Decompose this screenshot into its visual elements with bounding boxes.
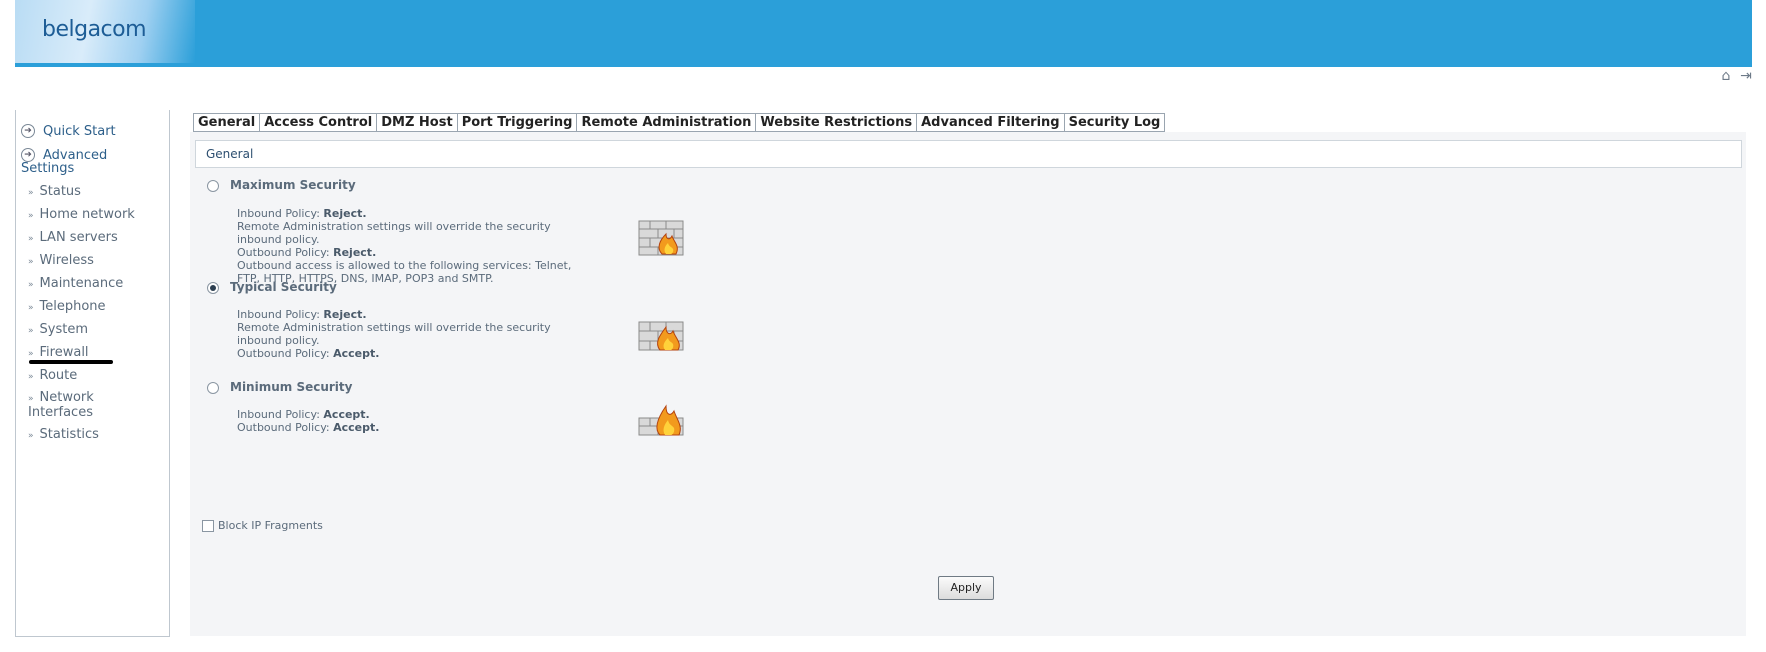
- logo-text: belgacom: [42, 17, 147, 42]
- option-title-maximum: Maximum Security: [230, 178, 356, 192]
- double-arrow-icon: »: [28, 372, 34, 382]
- firewall-underline-mark: [29, 360, 113, 364]
- sidebar-item-status[interactable]: » Status: [28, 184, 81, 199]
- sidebar-item-route[interactable]: » Route: [28, 368, 77, 383]
- double-arrow-icon: »: [28, 211, 34, 221]
- radio-typical-security[interactable]: [207, 282, 219, 294]
- sidebar-item-label: Statistics: [39, 427, 99, 442]
- sidebar-item-network-interfaces[interactable]: » Network Interfaces: [28, 391, 94, 419]
- sidebar-item-label: Firewall: [39, 345, 89, 360]
- logo: belgacom: [15, 0, 195, 63]
- inbound-value: Reject.: [323, 207, 367, 220]
- sidebar-item-lan-servers[interactable]: » LAN servers: [28, 230, 118, 245]
- home-icon[interactable]: ⌂: [1718, 68, 1734, 84]
- sidebar-item-statistics[interactable]: » Statistics: [28, 427, 99, 442]
- sidebar-item-label: Route: [39, 368, 78, 383]
- inbound-label: Inbound Policy:: [237, 207, 320, 220]
- option-title-minimum: Minimum Security: [230, 380, 353, 394]
- outbound-value: Accept.: [333, 347, 380, 360]
- tab-general[interactable]: General: [193, 113, 261, 132]
- sidebar-advanced-settings[interactable]: ➔ Advanced Settings: [21, 148, 107, 175]
- tab-remote-administration[interactable]: Remote Administration: [577, 113, 757, 132]
- remote-note: Remote Administration settings will over…: [237, 321, 551, 347]
- radio-maximum-security[interactable]: [207, 180, 219, 192]
- double-arrow-icon: »: [28, 431, 34, 441]
- inbound-label: Inbound Policy:: [237, 308, 320, 321]
- tab-dmz-host[interactable]: DMZ Host: [377, 113, 458, 132]
- outbound-label: Outbound Policy:: [237, 347, 330, 360]
- firewall-high-icon: [638, 220, 684, 256]
- sidebar: ➔ Quick Start ➔ Advanced Settings » Status …: [15, 110, 170, 637]
- sidebar-quick-start[interactable]: ➔ Quick Start: [21, 124, 116, 139]
- double-arrow-icon: »: [28, 349, 34, 359]
- remote-note: Remote Administration settings will over…: [237, 220, 551, 246]
- arrow-circle-icon: ➔: [21, 124, 35, 138]
- option-desc-minimum: Inbound Policy: Accept. Outbound Policy:…: [237, 408, 597, 434]
- double-arrow-icon: »: [28, 188, 34, 198]
- sidebar-item-label: Telephone: [39, 299, 106, 314]
- sidebar-item-home-network[interactable]: » Home network: [28, 207, 135, 222]
- section-header: General: [195, 140, 1742, 168]
- outbound-label: Outbound Policy:: [237, 421, 330, 434]
- sidebar-quick-start-label: Quick Start: [43, 124, 116, 139]
- double-arrow-icon: »: [28, 326, 34, 336]
- double-arrow-icon: »: [28, 280, 34, 290]
- sidebar-item-telephone[interactable]: » Telephone: [28, 299, 106, 314]
- firewall-typical-icon: [638, 321, 684, 351]
- tab-advanced-filtering[interactable]: Advanced Filtering: [917, 113, 1065, 132]
- sidebar-item-maintenance[interactable]: » Maintenance: [28, 276, 123, 291]
- firewall-low-icon: [638, 404, 684, 436]
- inbound-value: Accept.: [323, 408, 370, 421]
- double-arrow-icon: »: [28, 303, 34, 313]
- sidebar-item-label: LAN servers: [39, 230, 118, 245]
- radio-minimum-security[interactable]: [207, 382, 219, 394]
- inbound-value: Reject.: [323, 308, 367, 321]
- sidebar-item-wireless[interactable]: » Wireless: [28, 253, 94, 268]
- apply-button[interactable]: Apply: [938, 576, 994, 600]
- header-bar: belgacom: [15, 0, 1752, 67]
- sidebar-advanced-label-2: Settings: [21, 161, 75, 176]
- sidebar-item-label: Status: [39, 184, 81, 199]
- tab-port-triggering[interactable]: Port Triggering: [457, 113, 578, 132]
- option-desc-maximum: Inbound Policy: Reject. Remote Administr…: [237, 207, 597, 285]
- double-arrow-icon: »: [28, 394, 34, 404]
- double-arrow-icon: »: [28, 257, 34, 267]
- outbound-value: Reject.: [333, 246, 377, 259]
- double-arrow-icon: »: [28, 234, 34, 244]
- tab-website-restrictions[interactable]: Website Restrictions: [756, 113, 918, 132]
- inbound-label: Inbound Policy:: [237, 408, 320, 421]
- section-title: General: [206, 147, 254, 161]
- tab-bar: General Access Control DMZ Host Port Tri…: [193, 113, 1166, 132]
- outbound-value: Accept.: [333, 421, 380, 434]
- sidebar-item-label: System: [39, 322, 88, 337]
- sidebar-item-label: Wireless: [39, 253, 94, 268]
- logout-icon[interactable]: ⇥: [1738, 68, 1754, 84]
- sidebar-item-label: Network: [39, 390, 94, 405]
- outbound-label: Outbound Policy:: [237, 246, 330, 259]
- option-title-typical: Typical Security: [230, 280, 337, 294]
- sidebar-item-label: Home network: [39, 207, 135, 222]
- tab-security-log[interactable]: Security Log: [1064, 113, 1166, 132]
- sidebar-item-label-2: Interfaces: [28, 405, 93, 420]
- sidebar-item-system[interactable]: » System: [28, 322, 88, 337]
- sidebar-item-label: Maintenance: [39, 276, 124, 291]
- option-desc-typical: Inbound Policy: Reject. Remote Administr…: [237, 308, 597, 360]
- arrow-circle-icon: ➔: [21, 148, 35, 162]
- sidebar-item-firewall[interactable]: » Firewall: [28, 345, 89, 360]
- tab-access-control[interactable]: Access Control: [260, 113, 378, 132]
- block-ip-fragments-label: Block IP Fragments: [218, 519, 323, 532]
- main-content: General Maximum Security Inbound Policy:…: [190, 132, 1746, 636]
- top-icons: ⌂ ⇥: [1718, 68, 1754, 84]
- block-ip-fragments-checkbox[interactable]: [202, 520, 214, 532]
